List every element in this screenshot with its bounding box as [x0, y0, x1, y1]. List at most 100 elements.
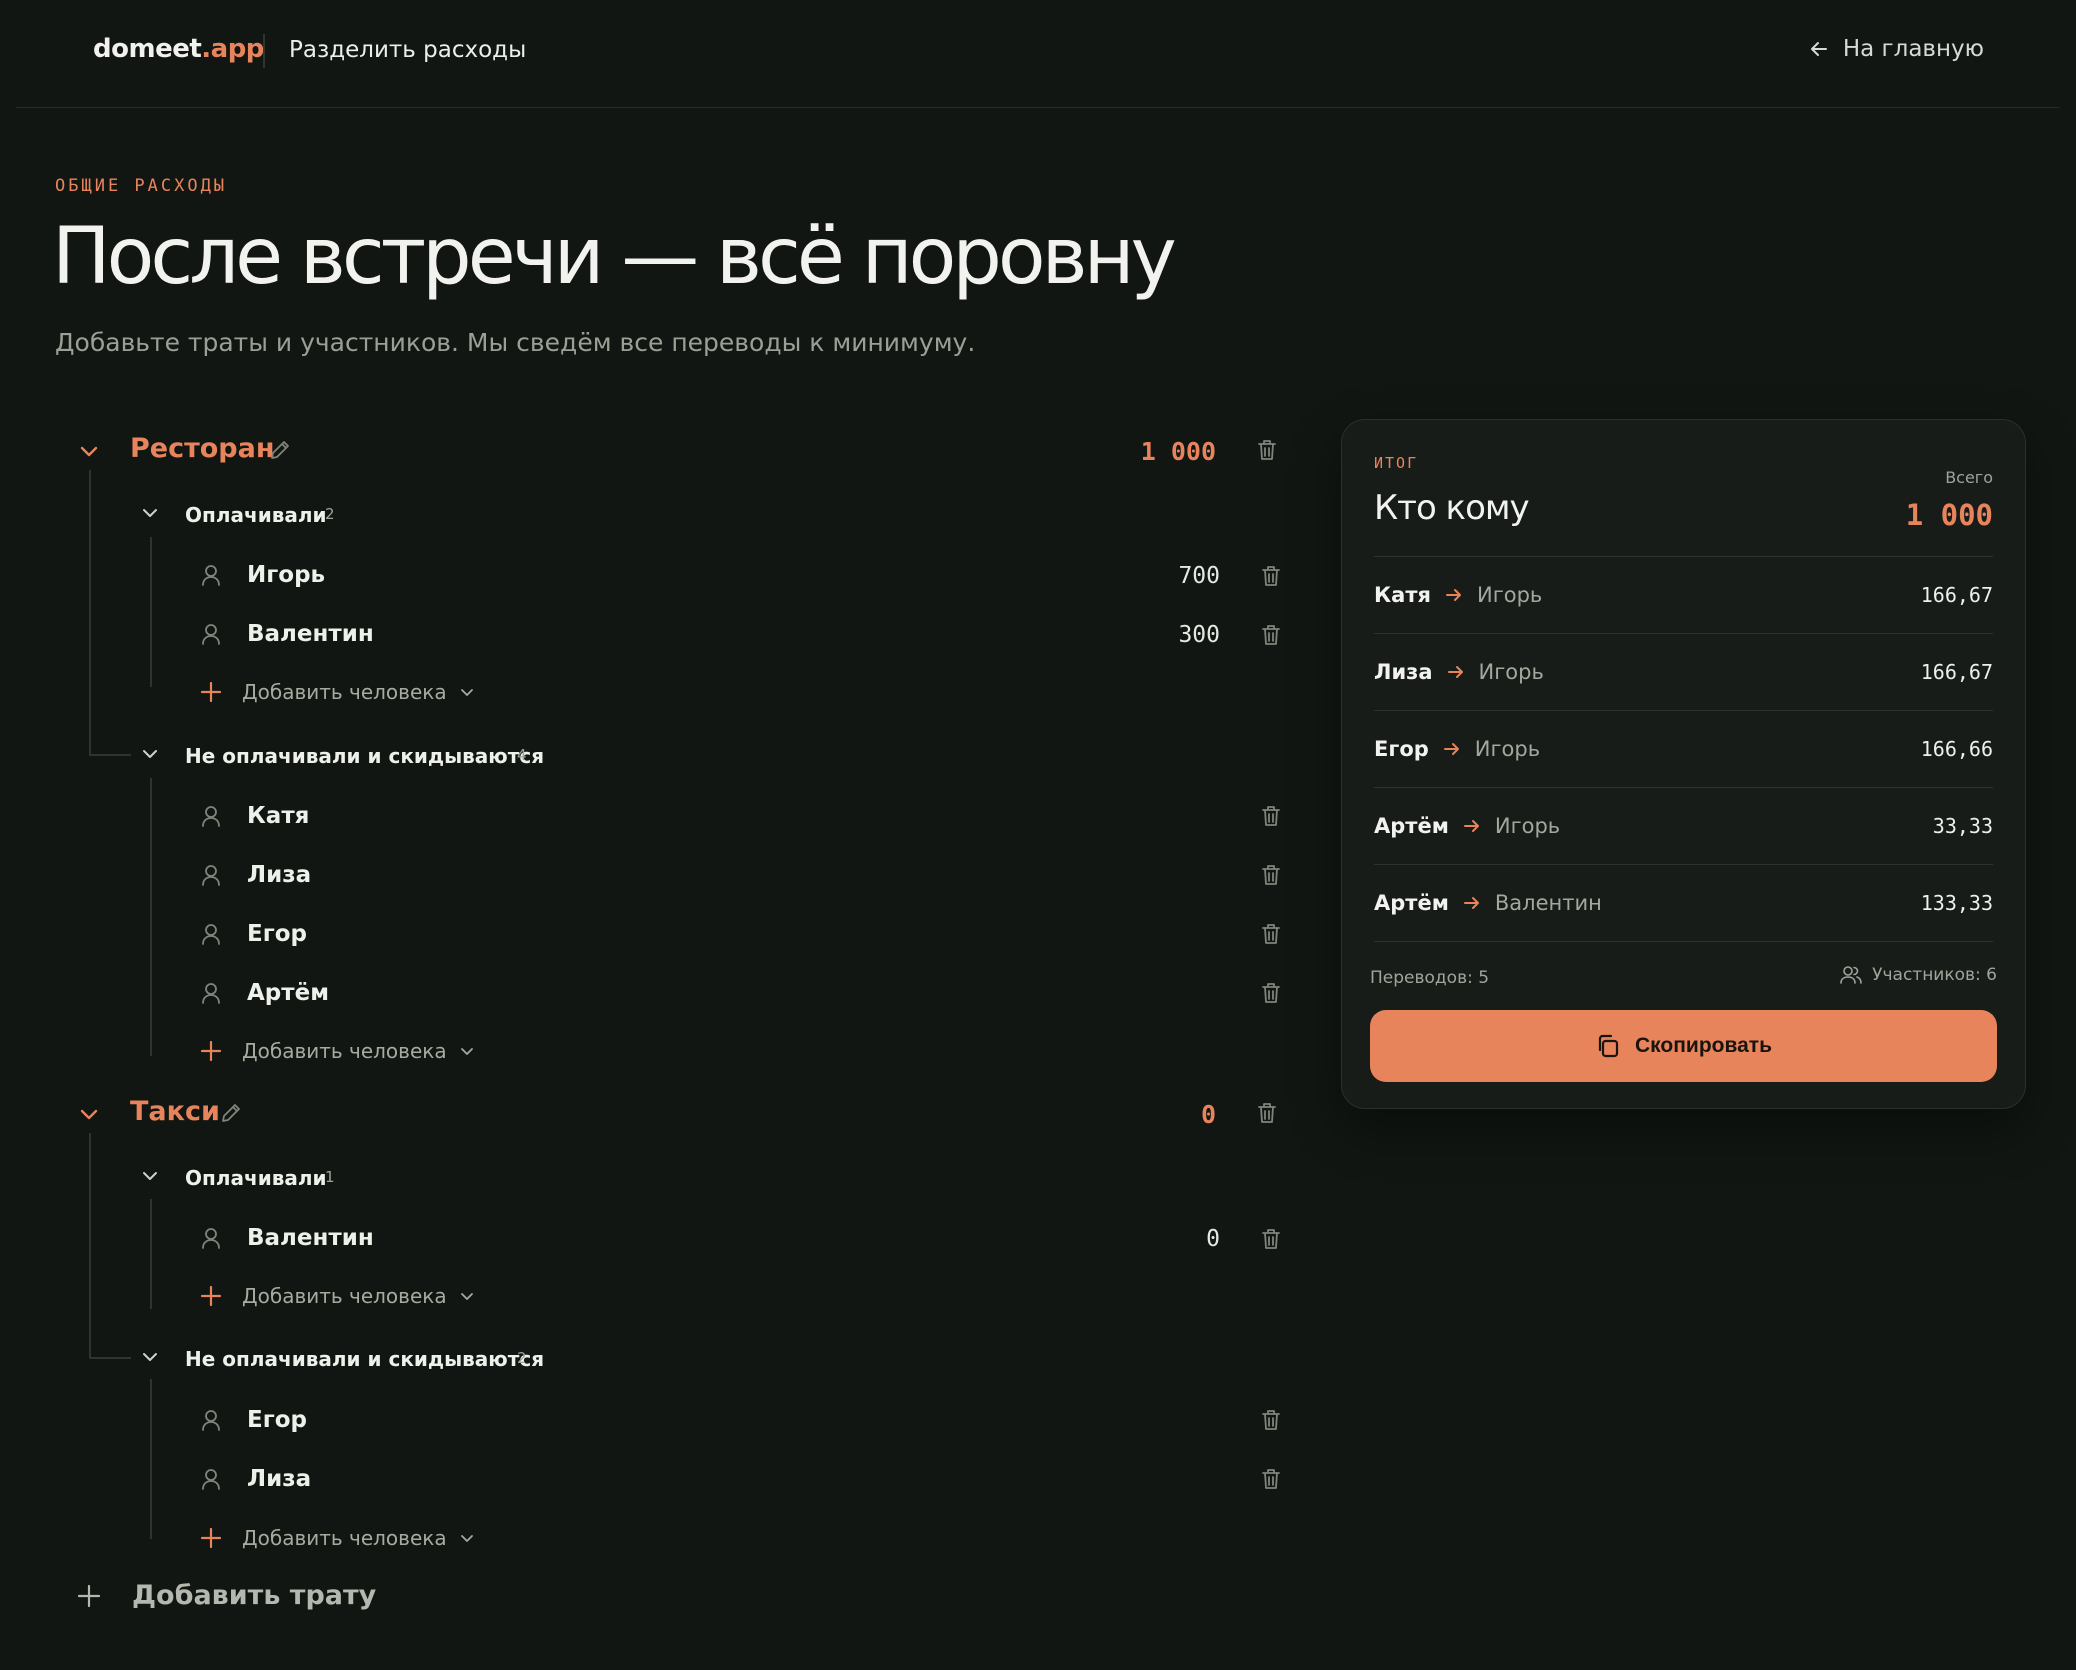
sharer-name: Лиза — [247, 1466, 312, 1492]
back-home-link[interactable]: На главную — [1809, 36, 1984, 62]
add-person-label: Добавить человека — [242, 1284, 447, 1308]
chevron-down-icon — [78, 440, 100, 462]
summary-total: 1 000 — [1905, 498, 1993, 532]
tree-line — [150, 1379, 152, 1539]
sharer-name: Егор — [247, 921, 307, 947]
transfer-from: Катя — [1374, 583, 1431, 607]
plus-icon — [76, 1583, 102, 1609]
user-icon — [200, 1226, 222, 1250]
user-icon — [200, 863, 222, 887]
add-expense-button[interactable]: Добавить трату — [76, 1580, 376, 1611]
delete-expense-button[interactable] — [1256, 1101, 1278, 1125]
page-subtitle: Добавьте траты и участников. Мы сведём в… — [55, 328, 976, 357]
tree-line — [89, 754, 131, 756]
sharer-name: Катя — [247, 803, 310, 829]
delete-person-button[interactable] — [1260, 804, 1282, 828]
delete-person-button[interactable] — [1260, 564, 1282, 588]
edit-expense-button[interactable] — [219, 1101, 243, 1125]
chevron-down-icon — [141, 1167, 159, 1185]
payer-amount[interactable]: 0 — [1206, 1226, 1220, 1252]
transfer-row: Артём Валентин 133,33 — [1374, 865, 1993, 942]
tree-line — [89, 1357, 131, 1359]
user-icon — [200, 981, 222, 1005]
transfer-from: Артём — [1374, 891, 1449, 915]
transfer-from: Лиза — [1374, 660, 1433, 684]
copy-button-label: Скопировать — [1635, 1034, 1772, 1057]
transfer-to: Игорь — [1478, 660, 1544, 684]
plus-icon — [200, 1527, 222, 1549]
add-person-label: Добавить человека — [242, 1526, 447, 1550]
chevron-down-icon — [459, 1530, 475, 1546]
transfer-to: Игорь — [1494, 814, 1561, 838]
user-icon — [200, 563, 222, 587]
add-person-button[interactable]: Добавить человека — [200, 1284, 475, 1308]
expense-name[interactable]: Такси — [130, 1096, 220, 1127]
expense-collapse-toggle[interactable] — [78, 1103, 100, 1125]
delete-person-button[interactable] — [1260, 1408, 1282, 1432]
top-bar: domeet.app Разделить расходы На главную — [16, 0, 2060, 108]
arrow-right-icon — [1463, 894, 1481, 912]
group-collapse-toggle[interactable] — [141, 1348, 159, 1366]
plus-icon — [200, 1040, 222, 1062]
group-collapse-toggle[interactable] — [141, 745, 159, 763]
summary-eyebrow: ИТОГ — [1374, 454, 1419, 472]
transfer-amount: 166,67 — [1920, 660, 1993, 684]
arrow-right-icon — [1445, 586, 1463, 604]
transfer-from: Артём — [1374, 814, 1449, 838]
arrow-right-icon — [1447, 663, 1465, 681]
summary-total-label: Всего — [1945, 468, 1993, 487]
payers-count: 1 — [325, 1168, 335, 1186]
add-expense-label: Добавить трату — [132, 1580, 377, 1611]
expense-name[interactable]: Ресторан — [130, 433, 275, 464]
transfer-from: Егор — [1374, 737, 1429, 761]
delete-expense-button[interactable] — [1256, 438, 1278, 462]
sharers-count: 2 — [517, 1349, 527, 1367]
copy-button[interactable]: Скопировать — [1370, 1010, 1997, 1082]
plus-icon — [200, 681, 222, 703]
add-person-button[interactable]: Добавить человека — [200, 1039, 475, 1063]
delete-person-button[interactable] — [1260, 1227, 1282, 1251]
expense-collapse-toggle[interactable] — [78, 440, 100, 462]
tree-line — [150, 537, 152, 687]
transfer-to: Валентин — [1494, 891, 1602, 915]
transfer-row: Катя Игорь 166,67 — [1374, 557, 1993, 634]
arrow-right-icon — [1443, 740, 1461, 758]
group-collapse-toggle[interactable] — [141, 504, 159, 522]
arrow-left-icon — [1809, 39, 1829, 59]
summary-title: Кто кому — [1374, 488, 1530, 528]
logo[interactable]: domeet.app — [93, 34, 264, 64]
tree-line — [89, 1133, 91, 1359]
user-icon — [200, 1467, 222, 1491]
add-person-button[interactable]: Добавить человека — [200, 1526, 475, 1550]
user-icon — [200, 922, 222, 946]
payer-name: Валентин — [247, 621, 374, 647]
delete-person-button[interactable] — [1260, 623, 1282, 647]
payer-amount[interactable]: 300 — [1178, 622, 1220, 648]
delete-person-button[interactable] — [1260, 863, 1282, 887]
edit-expense-button[interactable] — [268, 438, 292, 462]
copy-icon — [1595, 1033, 1621, 1059]
expense-total: 1 000 — [1140, 437, 1216, 466]
add-person-button[interactable]: Добавить человека — [200, 680, 475, 704]
payer-name: Валентин — [247, 1225, 374, 1251]
trash-icon — [1260, 564, 1282, 588]
transfer-to: Игорь — [1477, 583, 1543, 607]
trash-icon — [1260, 863, 1282, 887]
arrow-right-icon — [1463, 817, 1481, 835]
sharers-count: 4 — [517, 746, 527, 764]
chevron-down-icon — [78, 1103, 100, 1125]
payers-count: 2 — [325, 505, 335, 523]
trash-icon — [1260, 1227, 1282, 1251]
transfer-amount: 133,33 — [1920, 891, 1993, 915]
group-collapse-toggle[interactable] — [141, 1167, 159, 1185]
delete-person-button[interactable] — [1260, 1467, 1282, 1491]
delete-person-button[interactable] — [1260, 922, 1282, 946]
pencil-icon — [219, 1101, 243, 1125]
payer-amount[interactable]: 700 — [1178, 563, 1220, 589]
trash-icon — [1260, 981, 1282, 1005]
delete-person-button[interactable] — [1260, 981, 1282, 1005]
sharer-name: Артём — [247, 980, 329, 1006]
sharer-name: Лиза — [247, 862, 312, 888]
user-icon — [200, 804, 222, 828]
transfer-amount: 166,66 — [1920, 737, 1993, 761]
